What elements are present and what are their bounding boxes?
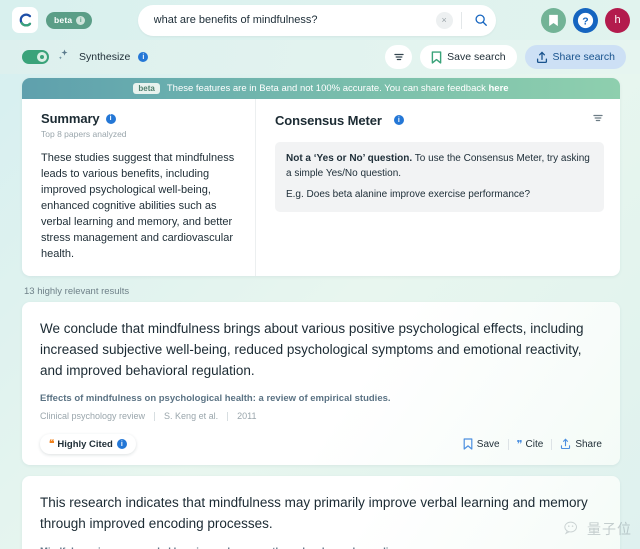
share-result-button[interactable]: Share [560, 438, 602, 450]
share-upload-icon [561, 438, 571, 450]
summary-panel: beta These features are in Beta and not … [22, 78, 620, 276]
highly-cited-info-icon[interactable]: i [116, 439, 127, 449]
bookmark-icon [463, 438, 473, 450]
search-icon [475, 14, 487, 26]
filter-icon [394, 53, 404, 61]
highly-cited-label: Highly Cited [57, 438, 113, 450]
top-bar: beta i what are benefits of mindfulness?… [0, 0, 640, 40]
result-claim: We conclude that mindfulness brings abou… [40, 321, 584, 378]
clear-search-icon[interactable]: × [435, 11, 453, 29]
cite-result-button[interactable]: ❞ Cite [517, 438, 544, 451]
result-year: 2011 [237, 411, 257, 421]
filter-button[interactable] [385, 45, 413, 69]
save-label: Save [476, 438, 500, 450]
help-button[interactable]: ? [573, 7, 598, 33]
consensus-message: Not a ‘Yes or No’ question. To use the C… [286, 151, 593, 181]
summary-info-icon[interactable]: i [105, 113, 116, 124]
highly-cited-badge[interactable]: ❝ Highly Cited i [40, 434, 136, 454]
save-search-label: Save search [447, 51, 506, 63]
summary-header: Summary i [41, 111, 239, 126]
top-right-icons: ? h [541, 7, 630, 33]
search-input[interactable]: what are benefits of mindfulness? [154, 14, 436, 26]
result-claim: This research indicates that mindfulness… [40, 495, 588, 531]
result-meta: Clinical psychology review S. Keng et al… [40, 411, 602, 421]
question-mark-icon: ? [577, 12, 594, 28]
result-actions: Save ❞ Cite Share [463, 438, 602, 451]
share-upload-icon [536, 51, 547, 63]
consensus-empty-state: Not a ‘Yes or No’ question. To use the C… [274, 142, 604, 212]
share-search-button[interactable]: Share search [524, 45, 626, 69]
synthesize-label: Synthesize [79, 51, 131, 63]
summary-subtitle: Top 8 papers analyzed [41, 129, 127, 139]
search-submit-button[interactable] [470, 13, 492, 27]
save-result-button[interactable]: Save [463, 438, 500, 450]
consensus-info-icon[interactable]: i [393, 115, 404, 125]
consensus-headline: Not a ‘Yes or No’ question. [285, 153, 413, 164]
consensus-header: Consensus Meter i [275, 111, 604, 129]
save-search-button[interactable]: Save search [420, 45, 517, 69]
beta-info-icon[interactable]: i [76, 15, 86, 25]
bookmark-icon [431, 50, 442, 64]
filter-icon [593, 114, 603, 122]
synthesize-info-icon[interactable]: i [138, 52, 149, 62]
summary-title: Summary [41, 111, 100, 126]
results-count: 13 highly relevant results [24, 286, 130, 297]
synthesize-toggle[interactable] [22, 50, 49, 64]
cite-label: Cite [525, 438, 544, 450]
meta-separator [154, 411, 156, 421]
summary-column: Summary i Top 8 papers analyzed These st… [22, 99, 255, 276]
action-separator [551, 438, 553, 450]
user-avatar[interactable]: h [605, 7, 630, 33]
action-toolbar: Synthesize i Save search Share search [0, 40, 640, 74]
consensus-title: Consensus Meter [274, 112, 382, 128]
bookmarks-button[interactable] [541, 7, 566, 33]
consensus-example: E.g. Does beta alanine improve exercise … [285, 189, 531, 200]
meta-separator [227, 411, 229, 421]
svg-text:?: ? [582, 16, 588, 27]
search-bar[interactable]: what are benefits of mindfulness? × [137, 4, 496, 36]
quote-icon: ❝ [49, 438, 54, 450]
result-card[interactable]: This research indicates that mindfulness… [22, 476, 620, 549]
bookmark-icon [549, 14, 558, 26]
summary-columns: Summary i Top 8 papers analyzed These st… [22, 99, 620, 276]
beta-badge[interactable]: beta i [46, 11, 93, 29]
toggle-knob [37, 52, 47, 62]
beta-badge-label: beta [54, 15, 73, 25]
share-label: Share [575, 438, 602, 450]
beta-banner-chip: beta [133, 83, 160, 94]
app-logo[interactable] [12, 7, 38, 33]
result-authors: S. Keng et al. [164, 411, 219, 421]
result-journal: Clinical psychology review [40, 411, 146, 421]
consensus-filter-button[interactable] [592, 111, 604, 129]
feedback-link[interactable]: here [489, 83, 509, 94]
search-divider [460, 11, 462, 29]
action-separator [507, 438, 509, 450]
search-area: what are benefits of mindfulness? × [100, 4, 533, 36]
beta-banner-text: These features are in Beta and not 100% … [167, 83, 509, 94]
beta-banner: beta These features are in Beta and not … [22, 78, 620, 99]
summary-text: These studies suggest that mindfulness l… [41, 152, 235, 260]
result-card[interactable]: We conclude that mindfulness brings abou… [22, 302, 620, 465]
result-footer: ❝ Highly Cited i Save ❞ Cite Share [40, 434, 602, 454]
share-search-label: Share search [552, 51, 615, 63]
result-paper-title[interactable]: Effects of mindfulness on psychological … [40, 393, 602, 404]
quote-icon: ❞ [516, 438, 523, 451]
beta-banner-message: These features are in Beta and not 100% … [166, 83, 489, 94]
consensus-meter-column: Consensus Meter i Not a ‘Yes or No’ ques… [254, 99, 620, 276]
consensus-logo-icon [19, 13, 32, 27]
sparkle-icon [57, 48, 71, 67]
